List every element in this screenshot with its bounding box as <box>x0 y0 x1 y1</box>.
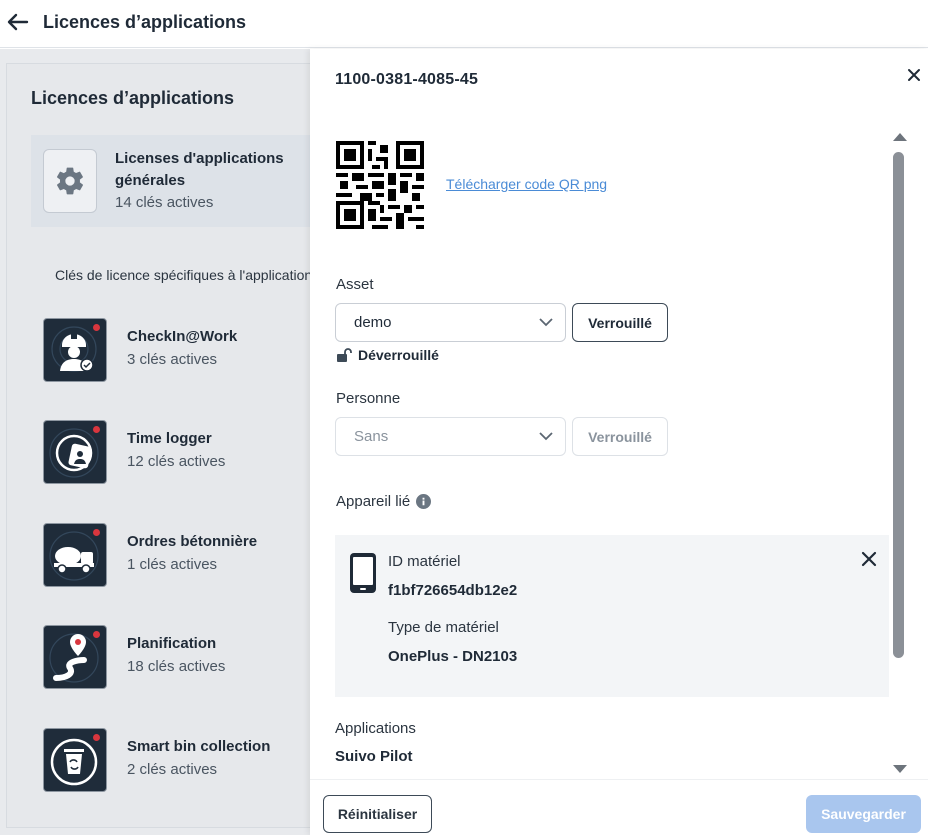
app-item-concrete-orders[interactable]: Ordres bétonnière 1 clés actives <box>43 523 311 589</box>
specific-licenses-label: Clés de licence spécifiques à l'applicat… <box>55 267 311 283</box>
scrollbar-thumb[interactable] <box>893 152 904 658</box>
person-select-value: Sans <box>354 428 389 445</box>
app-key-count: 12 clés actives <box>127 453 226 470</box>
asset-lock-status: Déverrouillé <box>336 347 439 363</box>
app-name: Smart bin collection <box>127 738 271 755</box>
worker-icon <box>43 318 107 382</box>
app-key-count: 18 clés actives <box>127 658 226 675</box>
footer-divider <box>310 779 928 780</box>
chevron-down-icon <box>539 432 553 441</box>
status-dot <box>93 324 100 331</box>
drawer-scrollbar[interactable] <box>890 129 910 779</box>
qr-code <box>336 141 424 229</box>
concrete-mixer-icon <box>43 523 107 587</box>
save-button[interactable]: Sauvegarder <box>806 795 921 833</box>
route-pin-icon <box>43 625 107 689</box>
gear-icon <box>43 149 97 213</box>
status-dot <box>93 426 100 433</box>
smartphone-icon <box>350 553 376 593</box>
general-licenses-title: Licenses d'applications générales <box>115 150 284 189</box>
applications-label: Applications <box>335 720 416 737</box>
hardware-id-value: f1bf726654db12e2 <box>388 582 518 599</box>
app-item-checkin[interactable]: CheckIn@Work 3 clés actives <box>43 318 311 384</box>
time-logger-icon <box>43 420 107 484</box>
page-title: Licences d’applications <box>43 12 247 32</box>
license-key: 1100-0381-4085-45 <box>335 71 479 88</box>
status-dot <box>93 529 100 536</box>
general-licenses-count: 14 clés actives <box>115 194 214 211</box>
app-key-count: 2 clés actives <box>127 761 218 778</box>
back-arrow-icon[interactable] <box>6 10 30 34</box>
app-item-time-logger[interactable]: Time logger 12 clés actives <box>43 420 311 486</box>
app-item-planning[interactable]: Planification 18 clés actives <box>43 625 311 691</box>
recycle-bin-icon <box>43 728 107 792</box>
licences-panel: Licences d’applications Licenses d'appli… <box>6 63 311 828</box>
app-name: CheckIn@Work <box>127 328 238 345</box>
linked-device-label: Appareil lié <box>336 493 411 510</box>
app-name: Planification <box>127 635 217 652</box>
linked-device-card: ID matériel f1bf726654db12e2 Type de mat… <box>335 535 889 697</box>
top-header: Licences d’applications <box>0 0 928 48</box>
reset-button[interactable]: Réinitialiser <box>323 795 432 833</box>
status-dot <box>93 631 100 638</box>
linked-device-label-row: Appareil lié <box>336 493 432 510</box>
download-qr-link[interactable]: Télécharger code QR png <box>446 176 607 192</box>
license-detail-drawer: 1100-0381-4085-45 Télécharger code QR pn… <box>310 49 928 835</box>
asset-label: Asset <box>336 276 374 293</box>
app-name: Time logger <box>127 430 212 447</box>
app-key-count: 3 clés actives <box>127 351 218 368</box>
scroll-down-arrow-icon[interactable] <box>893 765 907 773</box>
asset-select-value: demo <box>354 314 392 331</box>
app-item-smart-bin[interactable]: Smart bin collection 2 clés actives <box>43 728 311 794</box>
hardware-id-label: ID matériel <box>388 553 461 570</box>
chevron-down-icon <box>539 318 553 327</box>
app-key-count: 1 clés actives <box>127 556 218 573</box>
close-icon[interactable] <box>906 67 922 83</box>
person-lock-button[interactable]: Verrouillé <box>572 417 668 456</box>
app-name: Ordres bétonnière <box>127 533 258 550</box>
hardware-type-value: OnePlus - DN2103 <box>388 648 518 665</box>
status-dot <box>93 734 100 741</box>
scroll-up-arrow-icon[interactable] <box>893 133 907 141</box>
applications-value: Suivo Pilot <box>335 748 413 765</box>
person-select[interactable]: Sans <box>335 417 566 456</box>
asset-status-text: Déverrouillé <box>358 347 439 363</box>
unlock-icon <box>337 348 352 362</box>
licences-heading: Licences d’applications <box>31 88 235 108</box>
hardware-type-label: Type de matériel <box>388 619 499 636</box>
person-label: Personne <box>336 390 401 407</box>
asset-lock-button[interactable]: Verrouillé <box>572 303 668 342</box>
asset-select[interactable]: demo <box>335 303 566 342</box>
unlink-device-icon[interactable] <box>861 551 877 567</box>
info-icon[interactable] <box>416 494 432 509</box>
general-licenses-item[interactable]: Licenses d'applications générales 14 clé… <box>31 135 311 227</box>
